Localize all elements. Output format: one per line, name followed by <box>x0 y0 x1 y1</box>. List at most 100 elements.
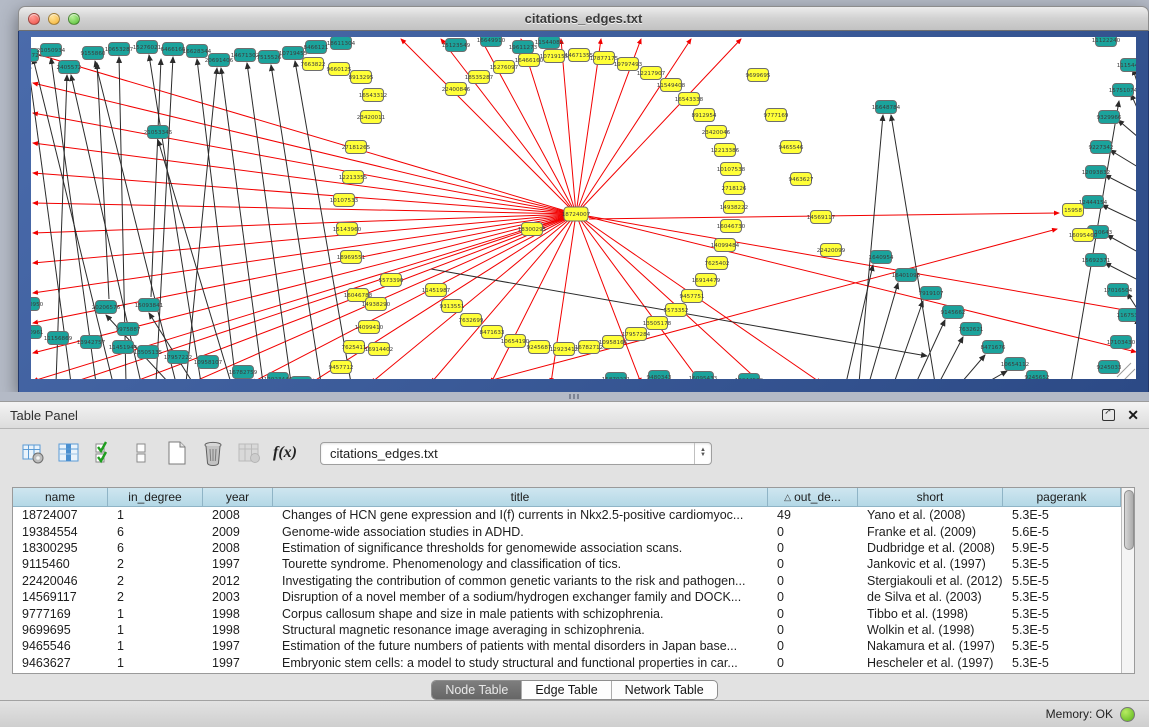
graph-node[interactable]: 11122240 <box>1092 37 1121 47</box>
create-column-icon[interactable] <box>56 440 82 466</box>
graph-node[interactable]: 9313551 <box>440 300 465 313</box>
graph-node[interactable]: 9457751 <box>680 290 705 303</box>
column-header-pagerank[interactable]: pagerank <box>1003 488 1121 506</box>
column-header-year[interactable]: year <box>203 488 273 506</box>
graph-node[interactable]: 13505178 <box>643 317 672 330</box>
table-cell[interactable]: 9699695 <box>13 622 108 638</box>
table-cell[interactable]: 6 <box>108 523 203 539</box>
column-header-name[interactable]: name <box>13 488 108 506</box>
graph-node[interactable]: 15870221 <box>602 373 631 380</box>
table-cell[interactable]: 6 <box>108 540 203 556</box>
table-cell[interactable]: Disruption of a novel member of a sodium… <box>273 589 768 605</box>
graph-node[interactable]: 12923446 <box>264 373 293 380</box>
table-cell[interactable]: 1997 <box>203 556 273 572</box>
table-cell[interactable]: 22420046 <box>13 573 108 589</box>
graph-node[interactable]: 12213386 <box>711 144 740 157</box>
table-cell[interactable]: 2008 <box>203 507 273 523</box>
graph-node[interactable]: 16782712 <box>575 341 603 354</box>
graph-node[interactable]: 7632621 <box>959 323 984 336</box>
graph-node[interactable]: 2718126 <box>722 182 747 195</box>
graph-node[interactable]: 16543312 <box>359 89 387 102</box>
graph-node[interactable]: 19797493 <box>614 58 643 71</box>
divider-grip-icon[interactable] <box>569 394 581 399</box>
graph-node[interactable]: 18300295 <box>518 223 547 236</box>
graph-node[interactable]: 9329966 <box>1097 111 1122 124</box>
graph-node[interactable]: 17016504 <box>1104 284 1133 297</box>
graph-node[interactable]: 20691406 <box>205 54 234 67</box>
graph-node[interactable]: 16095460 <box>1069 229 1098 242</box>
table-cell[interactable]: Changes of HCN gene expression and I(f) … <box>273 507 768 523</box>
graph-node[interactable]: 14671302 <box>231 49 259 62</box>
graph-node[interactable]: 13505135 <box>134 346 163 359</box>
graph-node[interactable]: 11156869 <box>44 332 73 345</box>
table-cell[interactable]: 0 <box>768 622 858 638</box>
graph-node[interactable]: 9245687 <box>527 341 552 354</box>
table-cell[interactable]: 9115460 <box>13 556 108 572</box>
table-cell[interactable]: 1 <box>108 507 203 523</box>
graph-node[interactable]: 21050934 <box>37 44 66 57</box>
table-cell[interactable]: Tourette syndrome. Phenomenology and cla… <box>273 556 768 572</box>
table-cell[interactable]: 9465546 <box>13 638 108 654</box>
new-table-icon[interactable] <box>164 440 190 466</box>
table-cell[interactable]: Yano et al. (2008) <box>858 507 1003 523</box>
delete-table-icon[interactable] <box>200 440 226 466</box>
table-cell[interactable]: 0 <box>768 638 858 654</box>
graph-node[interactable]: 25260950 <box>31 298 44 311</box>
graph-node[interactable]: 9155860 <box>81 47 106 60</box>
graph-node[interactable]: 8471676 <box>981 341 1006 354</box>
table-cell[interactable]: 2009 <box>203 523 273 539</box>
table-cell[interactable]: 49 <box>768 507 858 523</box>
table-cell[interactable]: Wolkin et al. (1998) <box>858 622 1003 638</box>
graph-node[interactable]: 12093832 <box>1082 166 1110 179</box>
graph-node[interactable]: 16628344 <box>183 45 212 58</box>
float-panel-icon[interactable] <box>1102 409 1115 421</box>
dropdown-stepper-icon[interactable]: ▲▼ <box>694 443 711 464</box>
graph-node[interactable]: 9245033 <box>1097 361 1122 374</box>
table-cell[interactable]: 5.5E-5 <box>1003 573 1121 589</box>
graph-node[interactable]: 11154408 <box>1117 59 1136 72</box>
table-cell[interactable]: 1 <box>108 655 203 671</box>
graph-node[interactable]: 23420011 <box>357 111 386 124</box>
graph-node[interactable]: 20206576 <box>92 301 121 314</box>
graph-node[interactable]: 15751074 <box>1109 84 1136 97</box>
graph-node[interactable]: 11451987 <box>422 284 451 297</box>
graph-node[interactable]: 10958107 <box>194 356 223 369</box>
graph-node[interactable]: 18535287 <box>465 71 494 84</box>
graph-node[interactable]: 27181265 <box>342 141 371 154</box>
graph-node[interactable]: 22400846 <box>442 83 471 96</box>
unselect-all-icon[interactable] <box>128 440 154 466</box>
graph-node[interactable]: 23420046 <box>702 126 731 139</box>
graph-node[interactable]: 12217907 <box>637 67 666 80</box>
graph-node[interactable]: 15123549 <box>442 39 471 52</box>
table-cell[interactable]: 1 <box>108 638 203 654</box>
table-row[interactable]: 977716911998Corpus callosum shape and si… <box>13 605 1121 621</box>
table-cell[interactable]: 0 <box>768 655 858 671</box>
panel-divider[interactable] <box>0 392 1149 401</box>
graph-node[interactable]: 16046730 <box>717 220 746 233</box>
table-cell[interactable]: Franke et al. (2009) <box>858 523 1003 539</box>
graph-node[interactable]: 21053346 <box>144 126 173 139</box>
graph-node[interactable]: 14938222 <box>720 201 748 214</box>
graph-node[interactable]: 16782759 <box>229 366 258 379</box>
table-selector-dropdown[interactable]: citations_edges.txt ▲▼ <box>320 442 712 465</box>
graph-node[interactable]: 1167533 <box>1117 309 1136 322</box>
table-cell[interactable]: 5.6E-5 <box>1003 523 1121 539</box>
graph-node[interactable]: 5573352 <box>664 304 689 317</box>
graph-node[interactable]: 18611304 <box>327 37 356 50</box>
table-cell[interactable]: 2 <box>108 556 203 572</box>
column-header-in_degree[interactable]: in_degree <box>108 488 203 506</box>
table-cell[interactable]: 1997 <box>203 655 273 671</box>
graph-node[interactable]: 8912954 <box>692 109 717 122</box>
graph-node[interactable]: 5573390 <box>379 274 404 287</box>
table-row[interactable]: 1938455462009Genome-wide association stu… <box>13 523 1121 539</box>
graph-node[interactable]: 9227342 <box>1089 141 1114 154</box>
table-cell[interactable]: 1997 <box>203 638 273 654</box>
graph-node[interactable]: 7632699 <box>459 314 484 327</box>
table-scrollbar[interactable] <box>1121 488 1134 673</box>
table-row[interactable]: 1872400712008Changes of HCN gene express… <box>13 507 1121 523</box>
graph-node[interactable]: 9350961 <box>31 326 44 339</box>
graph-node[interactable]: 11549408 <box>657 79 686 92</box>
graph-node[interactable]: 14569117 <box>807 211 836 224</box>
table-cell[interactable]: 1 <box>108 605 203 621</box>
graph-node[interactable]: 9463627 <box>789 173 814 186</box>
